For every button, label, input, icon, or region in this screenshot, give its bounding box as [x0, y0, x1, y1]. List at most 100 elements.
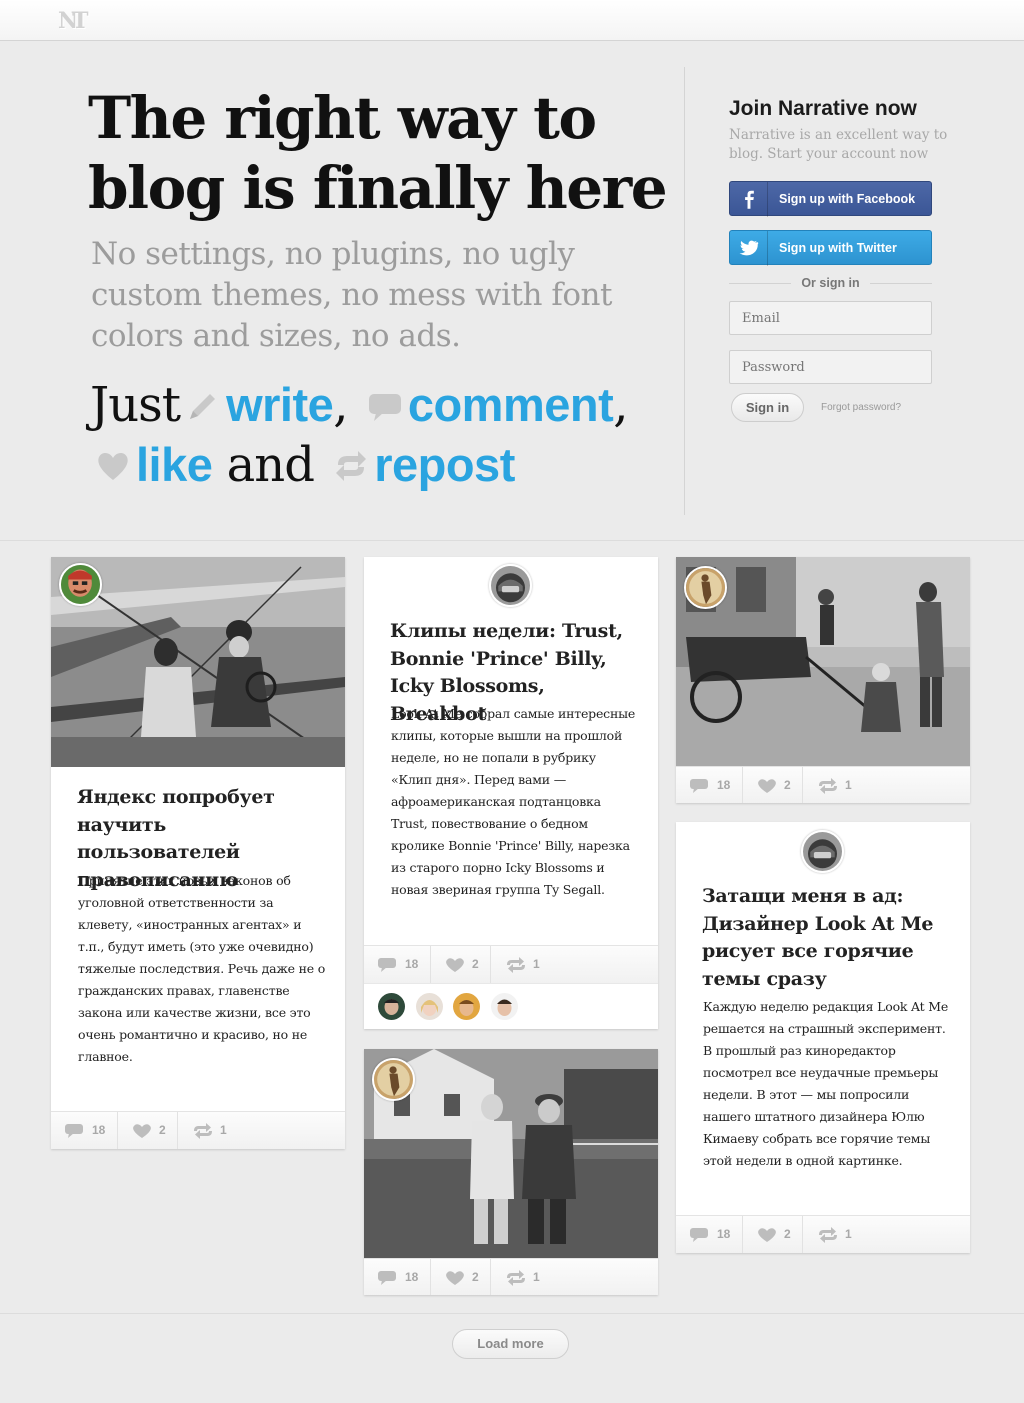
comment-word: comment [407, 378, 614, 431]
stat-separator [490, 946, 491, 983]
heart-icon [446, 1271, 464, 1285]
top-bar: NT [0, 0, 1024, 41]
heart-icon [758, 779, 776, 793]
stat-separator [177, 1112, 178, 1149]
likes-count: 2 [472, 1270, 479, 1284]
author-avatar[interactable] [801, 830, 844, 873]
reposts-count: 1 [220, 1123, 227, 1137]
signup-title: Join Narrative now [729, 97, 917, 120]
hero-actions-line: Just write, comment, like and repost [90, 375, 690, 495]
liker-avatar[interactable] [416, 993, 443, 1020]
likes-count: 2 [159, 1123, 166, 1137]
facebook-signup-button[interactable]: Sign up with Facebook [729, 181, 932, 217]
liker-avatar[interactable] [453, 993, 480, 1020]
heart-icon [446, 958, 464, 972]
forgot-password-link[interactable]: Forgot password? [821, 402, 901, 413]
stat-separator [802, 767, 803, 803]
likes-count: 2 [784, 1227, 791, 1241]
twitter-signup-button[interactable]: Sign up with Twitter [729, 230, 932, 266]
liker-avatar[interactable] [378, 993, 405, 1020]
post-stats-bar: 18 2 1 [51, 1111, 345, 1149]
post-card[interactable]: 18 2 1 [676, 557, 970, 803]
hero-headline: The right way to blog is finally here [88, 84, 668, 222]
author-avatar[interactable] [372, 1058, 415, 1101]
likes-count: 2 [784, 778, 791, 792]
hero-section: The right way to blog is finally here No… [0, 41, 1024, 541]
stat-separator [117, 1112, 118, 1149]
password-field[interactable] [729, 350, 932, 384]
stat-separator [802, 1216, 803, 1253]
reposts-count: 1 [533, 957, 540, 971]
twitter-icon [739, 231, 768, 266]
likers-row [364, 983, 658, 1029]
facebook-signup-label: Sign up with Facebook [779, 192, 916, 206]
post-stats-bar: 18 2 1 [676, 1215, 970, 1253]
sign-in-button[interactable]: Sign in [731, 393, 804, 422]
post-stats-bar: 18 2 1 [364, 945, 658, 983]
write-word: write [226, 378, 334, 431]
comments-count: 18 [717, 778, 731, 792]
or-sign-in-divider: Or sign in [729, 275, 932, 291]
reposts-count: 1 [845, 778, 852, 792]
repost-icon [819, 1227, 837, 1243]
heart-icon [133, 1124, 151, 1138]
hero-divider [684, 67, 685, 515]
twitter-signup-label: Sign up with Twitter [779, 241, 897, 255]
comment-icon [690, 779, 708, 793]
post-card[interactable]: Затащи меня в ад: Дизайнер Look At Me ри… [676, 822, 970, 1253]
reposts-count: 1 [845, 1227, 852, 1241]
just-word: Just [90, 377, 181, 433]
heart-icon [758, 1228, 776, 1242]
repost-icon [336, 450, 367, 481]
stat-separator [490, 1259, 491, 1295]
and-word: and [226, 437, 315, 493]
stat-separator [742, 767, 743, 803]
post-stats-bar: 18 2 1 [364, 1258, 658, 1295]
stat-separator [430, 1259, 431, 1295]
comments-count: 18 [717, 1227, 731, 1241]
liker-avatar[interactable] [491, 993, 518, 1020]
signup-panel: Join Narrative now Narrative is an excel… [729, 97, 947, 422]
author-avatar[interactable] [489, 564, 532, 607]
repost-icon [194, 1123, 212, 1139]
likes-count: 2 [472, 957, 479, 971]
comments-count: 18 [405, 957, 419, 971]
hero-subhead: No settings, no plugins, no ugly custom … [91, 236, 612, 354]
repost-icon [507, 1270, 525, 1286]
post-card[interactable]: Клипы недели: Trust, Bonnie 'Prince' Bil… [364, 557, 658, 1029]
post-text: Принятие этих новых законов об уголовной… [78, 873, 326, 1064]
heart-icon [98, 452, 128, 480]
repost-icon [507, 957, 525, 973]
email-field[interactable] [729, 301, 932, 335]
facebook-icon [745, 182, 768, 217]
comments-count: 18 [92, 1123, 106, 1137]
post-title[interactable]: Затащи меня в ад: Дизайнер Look At Me ри… [702, 883, 952, 993]
comment-icon [378, 1271, 396, 1285]
stat-separator [430, 946, 431, 983]
comma-2: , [613, 377, 628, 433]
comment-icon [65, 1124, 83, 1138]
or-line-right [870, 283, 932, 284]
pencil-icon [190, 393, 216, 419]
load-more-button[interactable]: Load more [452, 1329, 569, 1359]
narrative-logo[interactable]: NT [58, 8, 88, 34]
like-word: like [136, 438, 213, 491]
post-card[interactable]: 18 2 1 [364, 1049, 658, 1295]
post-card[interactable]: Яндекс попробует научить пользователей п… [51, 557, 345, 1149]
post-text: Каждую неделю редакция Look At Me решает… [703, 999, 949, 1168]
signup-lead: Narrative is an excellent way to blog. S… [729, 127, 948, 162]
comment-icon [378, 958, 396, 972]
post-stats-bar: 18 2 1 [676, 766, 970, 803]
comment-icon [368, 393, 401, 421]
author-avatar[interactable] [684, 566, 727, 609]
post-text: Look At Me собрал самые интересные клипы… [391, 706, 636, 897]
comments-count: 18 [405, 1270, 419, 1284]
stat-separator [742, 1216, 743, 1253]
repost-icon [819, 778, 837, 794]
author-avatar[interactable] [59, 563, 102, 606]
feed-footer: Load more [0, 1313, 1024, 1403]
comment-icon [690, 1228, 708, 1242]
reposts-count: 1 [533, 1270, 540, 1284]
comma-1: , [333, 377, 348, 433]
repost-word: repost [374, 438, 515, 491]
